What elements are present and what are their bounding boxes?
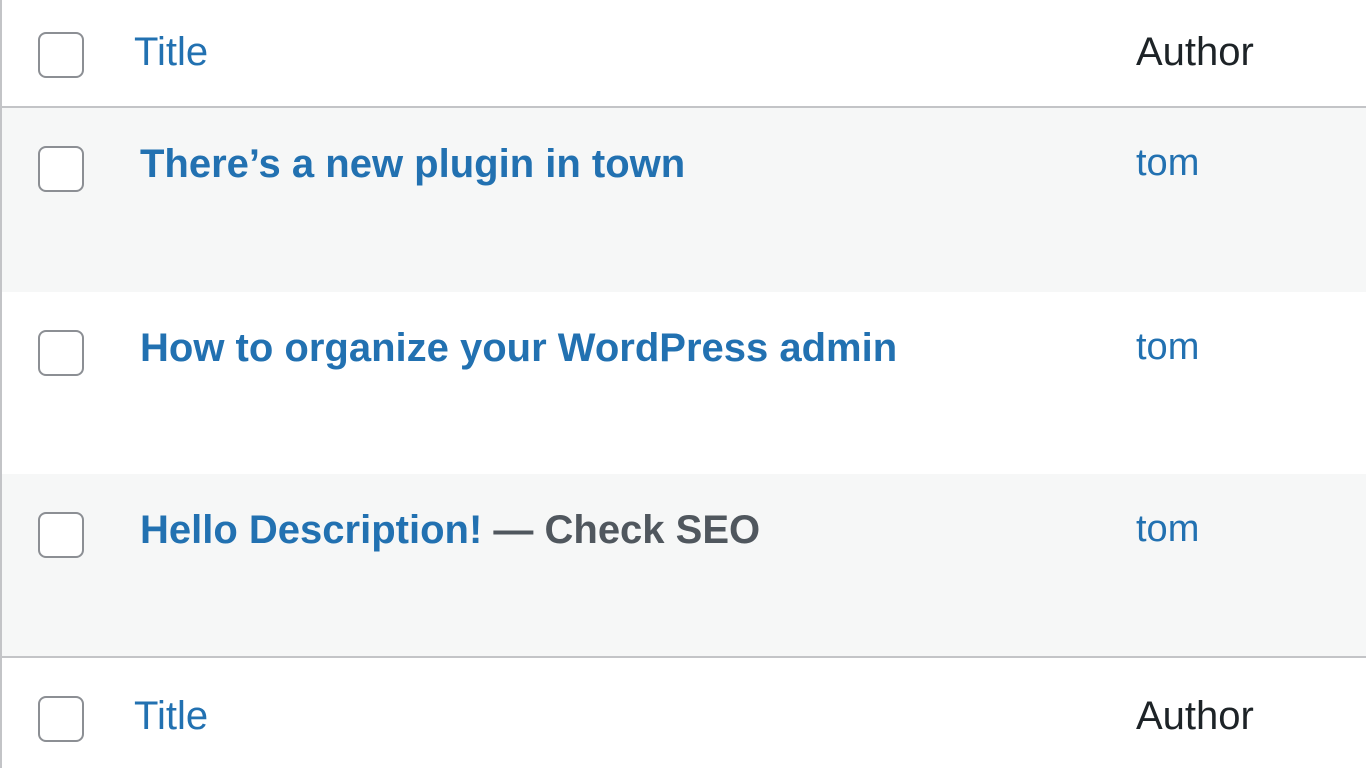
posts-table: Title Author There’s a new plugin in tow… — [0, 0, 1366, 768]
post-title-link[interactable]: There’s a new plugin in town — [140, 142, 685, 186]
author-column-footer: Author — [1136, 694, 1254, 738]
table-row: There’s a new plugin in town tom — [2, 108, 1366, 292]
table-footer: Title Author — [2, 656, 1366, 768]
post-title: There’s a new plugin in town — [140, 142, 685, 187]
select-all-checkbox-footer[interactable] — [38, 696, 84, 742]
row-checkbox[interactable] — [38, 146, 84, 192]
row-checkbox[interactable] — [38, 330, 84, 376]
post-title: Hello Description! — Check SEO — [140, 508, 760, 553]
author-link[interactable]: tom — [1136, 326, 1199, 369]
title-column-sort-link[interactable]: Title — [134, 30, 208, 75]
post-title-link[interactable]: Hello Description! — [140, 508, 482, 552]
author-link[interactable]: tom — [1136, 508, 1199, 551]
table-header: Title Author — [2, 0, 1366, 108]
table-row: Hello Description! — Check SEO tom — [2, 474, 1366, 656]
post-state: — Check SEO — [482, 508, 761, 552]
post-title: How to organize your WordPress admin — [140, 326, 897, 371]
select-all-checkbox[interactable] — [38, 32, 84, 78]
row-checkbox[interactable] — [38, 512, 84, 558]
post-title-link[interactable]: How to organize your WordPress admin — [140, 326, 897, 370]
title-column-sort-link-footer[interactable]: Title — [134, 694, 208, 739]
author-column-header: Author — [1136, 30, 1254, 74]
author-link[interactable]: tom — [1136, 142, 1199, 185]
table-row: How to organize your WordPress admin tom — [2, 292, 1366, 474]
